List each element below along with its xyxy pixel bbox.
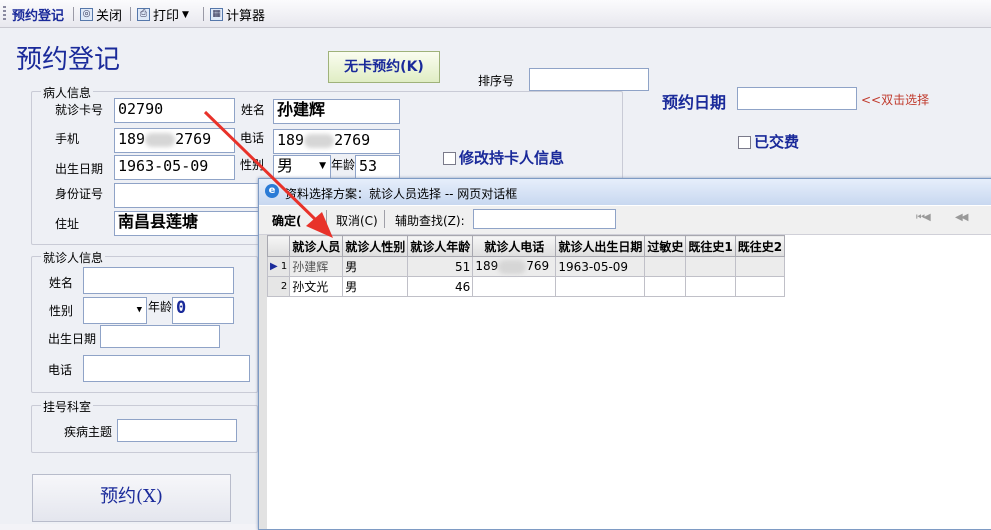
arrow-line bbox=[203, 110, 320, 224]
annotation-arrow bbox=[203, 110, 333, 238]
